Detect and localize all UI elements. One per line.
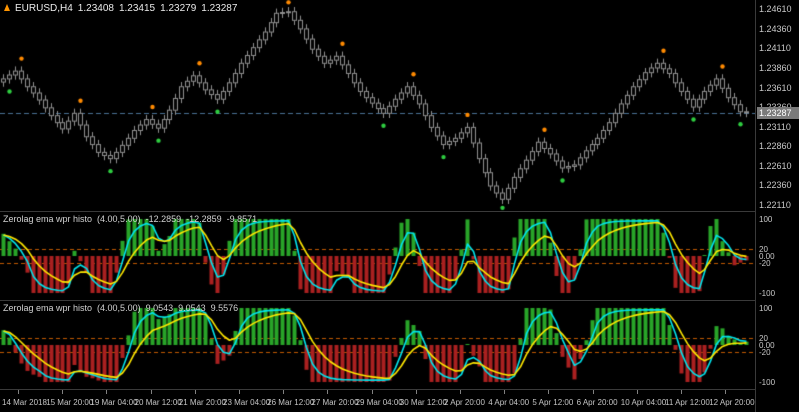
- time-label: 2 Apr 20:00: [444, 398, 485, 407]
- time-label: 6 Apr 20:00: [576, 398, 618, 407]
- time-label: 11 Apr 12:00: [665, 398, 710, 407]
- price-scale[interactable]: 1.246101.243601.241101.238601.236101.233…: [755, 0, 799, 412]
- price-chart-canvas[interactable]: [0, 0, 755, 211]
- indicator-scale-label: -20: [759, 348, 771, 358]
- indicator-2-label: Zerolag ema wpr histo (4.00,5.00) 9.0543 9.…: [3, 303, 243, 313]
- time-tick: [150, 390, 152, 394]
- indicator-name: Zerolag ema wpr histo: [3, 303, 93, 313]
- ohlc-close: 1.23287: [201, 3, 238, 14]
- time-label: 26 Mar 12:00: [267, 398, 315, 407]
- time-tick: [460, 390, 461, 394]
- time-tick: [725, 390, 727, 394]
- time-label: 30 Mar 12:00: [399, 398, 447, 407]
- time-label: 14 Mar 2018: [2, 398, 47, 407]
- time-tick: [548, 390, 550, 394]
- indicator-value: 9.0543: [178, 303, 206, 313]
- price-label: 1.24610: [759, 4, 792, 15]
- price-label: 1.22610: [759, 160, 792, 171]
- time-tick: [283, 390, 285, 394]
- ohlc-open: 1.23408: [77, 3, 114, 14]
- indicator-value: 9.5576: [210, 303, 239, 313]
- price-label: 1.22360: [759, 180, 792, 191]
- time-label: 20 Mar 12:00: [134, 398, 182, 407]
- indicator-1-panel: Zerolag ema wpr histo (4.00,5.00) -12.2859…: [0, 212, 755, 300]
- price-label: 1.24110: [759, 43, 791, 54]
- price-label: 1.22110: [759, 199, 791, 210]
- indicator-1-canvas[interactable]: [0, 212, 755, 300]
- time-tick: [415, 390, 417, 394]
- time-label: 19 Mar 04:00: [90, 398, 138, 407]
- time-label: 15 Mar 20:00: [46, 398, 94, 407]
- time-tick: [504, 390, 506, 394]
- time-label: 12 Apr 20:00: [709, 398, 755, 407]
- indicator-1-label: Zerolag ema wpr histo (4.00,5.00) -12.2859…: [3, 214, 262, 224]
- main-chart-area: EURUSD,H4 1.23408 1.23415 1.23279 1.23287: [0, 0, 755, 211]
- price-label: 1.23610: [759, 82, 792, 93]
- price-label: 1.22860: [759, 141, 792, 152]
- time-axis[interactable]: 14 Mar 2018 15 Mar 20:00 19 Mar 04:00 20 Ma…: [0, 390, 755, 412]
- indicator-value: -12.2859: [186, 214, 222, 224]
- time-tick: [18, 390, 19, 394]
- time-tick: [62, 390, 64, 394]
- time-tick: [636, 390, 638, 394]
- time-tick: [239, 390, 240, 394]
- symbol-timeframe-label: EURUSD,H4: [15, 3, 73, 14]
- ohlc-low: 1.23279: [160, 3, 197, 14]
- indicator-value: 9.0543: [145, 303, 174, 313]
- mt4-chart-window: EURUSD,H4 1.23408 1.23415 1.23279 1.23287 Ze…: [0, 0, 799, 412]
- indicator-params: (4.00,5.00): [97, 214, 141, 224]
- price-label: 1.24360: [759, 23, 792, 34]
- indicator-scale-label: -100: [759, 289, 776, 298]
- indicator-value: -9.8571: [226, 214, 258, 224]
- indicator-name: Zerolag ema wpr histo: [3, 214, 93, 224]
- current-price-badge: 1.23287: [757, 107, 799, 119]
- price-label: 1.23860: [759, 62, 792, 73]
- time-tick: [681, 390, 682, 394]
- time-label: 4 Apr 04:00: [488, 398, 530, 407]
- time-label: 27 Mar 20:00: [311, 398, 359, 407]
- time-label: 21 Mar 20:00: [178, 398, 226, 407]
- time-tick: [371, 390, 373, 394]
- time-tick: [592, 390, 594, 394]
- price-label: 1.23110: [759, 121, 791, 132]
- indicator-scale-label: -20: [759, 259, 771, 269]
- indicator-2-panel: Zerolag ema wpr histo (4.00,5.00) 9.0543 9.…: [0, 301, 755, 389]
- time-label: 29 Mar 04:00: [355, 398, 403, 407]
- ohlc-high: 1.23415: [118, 3, 156, 14]
- time-tick: [106, 390, 108, 394]
- time-label: 23 Mar 04:00: [223, 398, 271, 407]
- indicator-scale-label: 100: [759, 304, 773, 313]
- indicator-params: (4.00,5.00): [97, 303, 141, 313]
- indicator-scale-label: 100: [759, 215, 773, 224]
- indicator-2-canvas[interactable]: [0, 301, 755, 389]
- time-tick: [327, 390, 329, 394]
- indicator-value: -12.2859: [145, 214, 182, 224]
- symbol-icon: [4, 4, 10, 11]
- time-tick: [194, 390, 196, 394]
- indicator-scale-label: -100: [759, 378, 776, 387]
- time-label: 5 Apr 12:00: [532, 398, 574, 407]
- chart-title: EURUSD,H4 1.23408 1.23415 1.23279 1.23287: [4, 3, 242, 14]
- time-label: 10 Apr 04:00: [620, 398, 667, 407]
